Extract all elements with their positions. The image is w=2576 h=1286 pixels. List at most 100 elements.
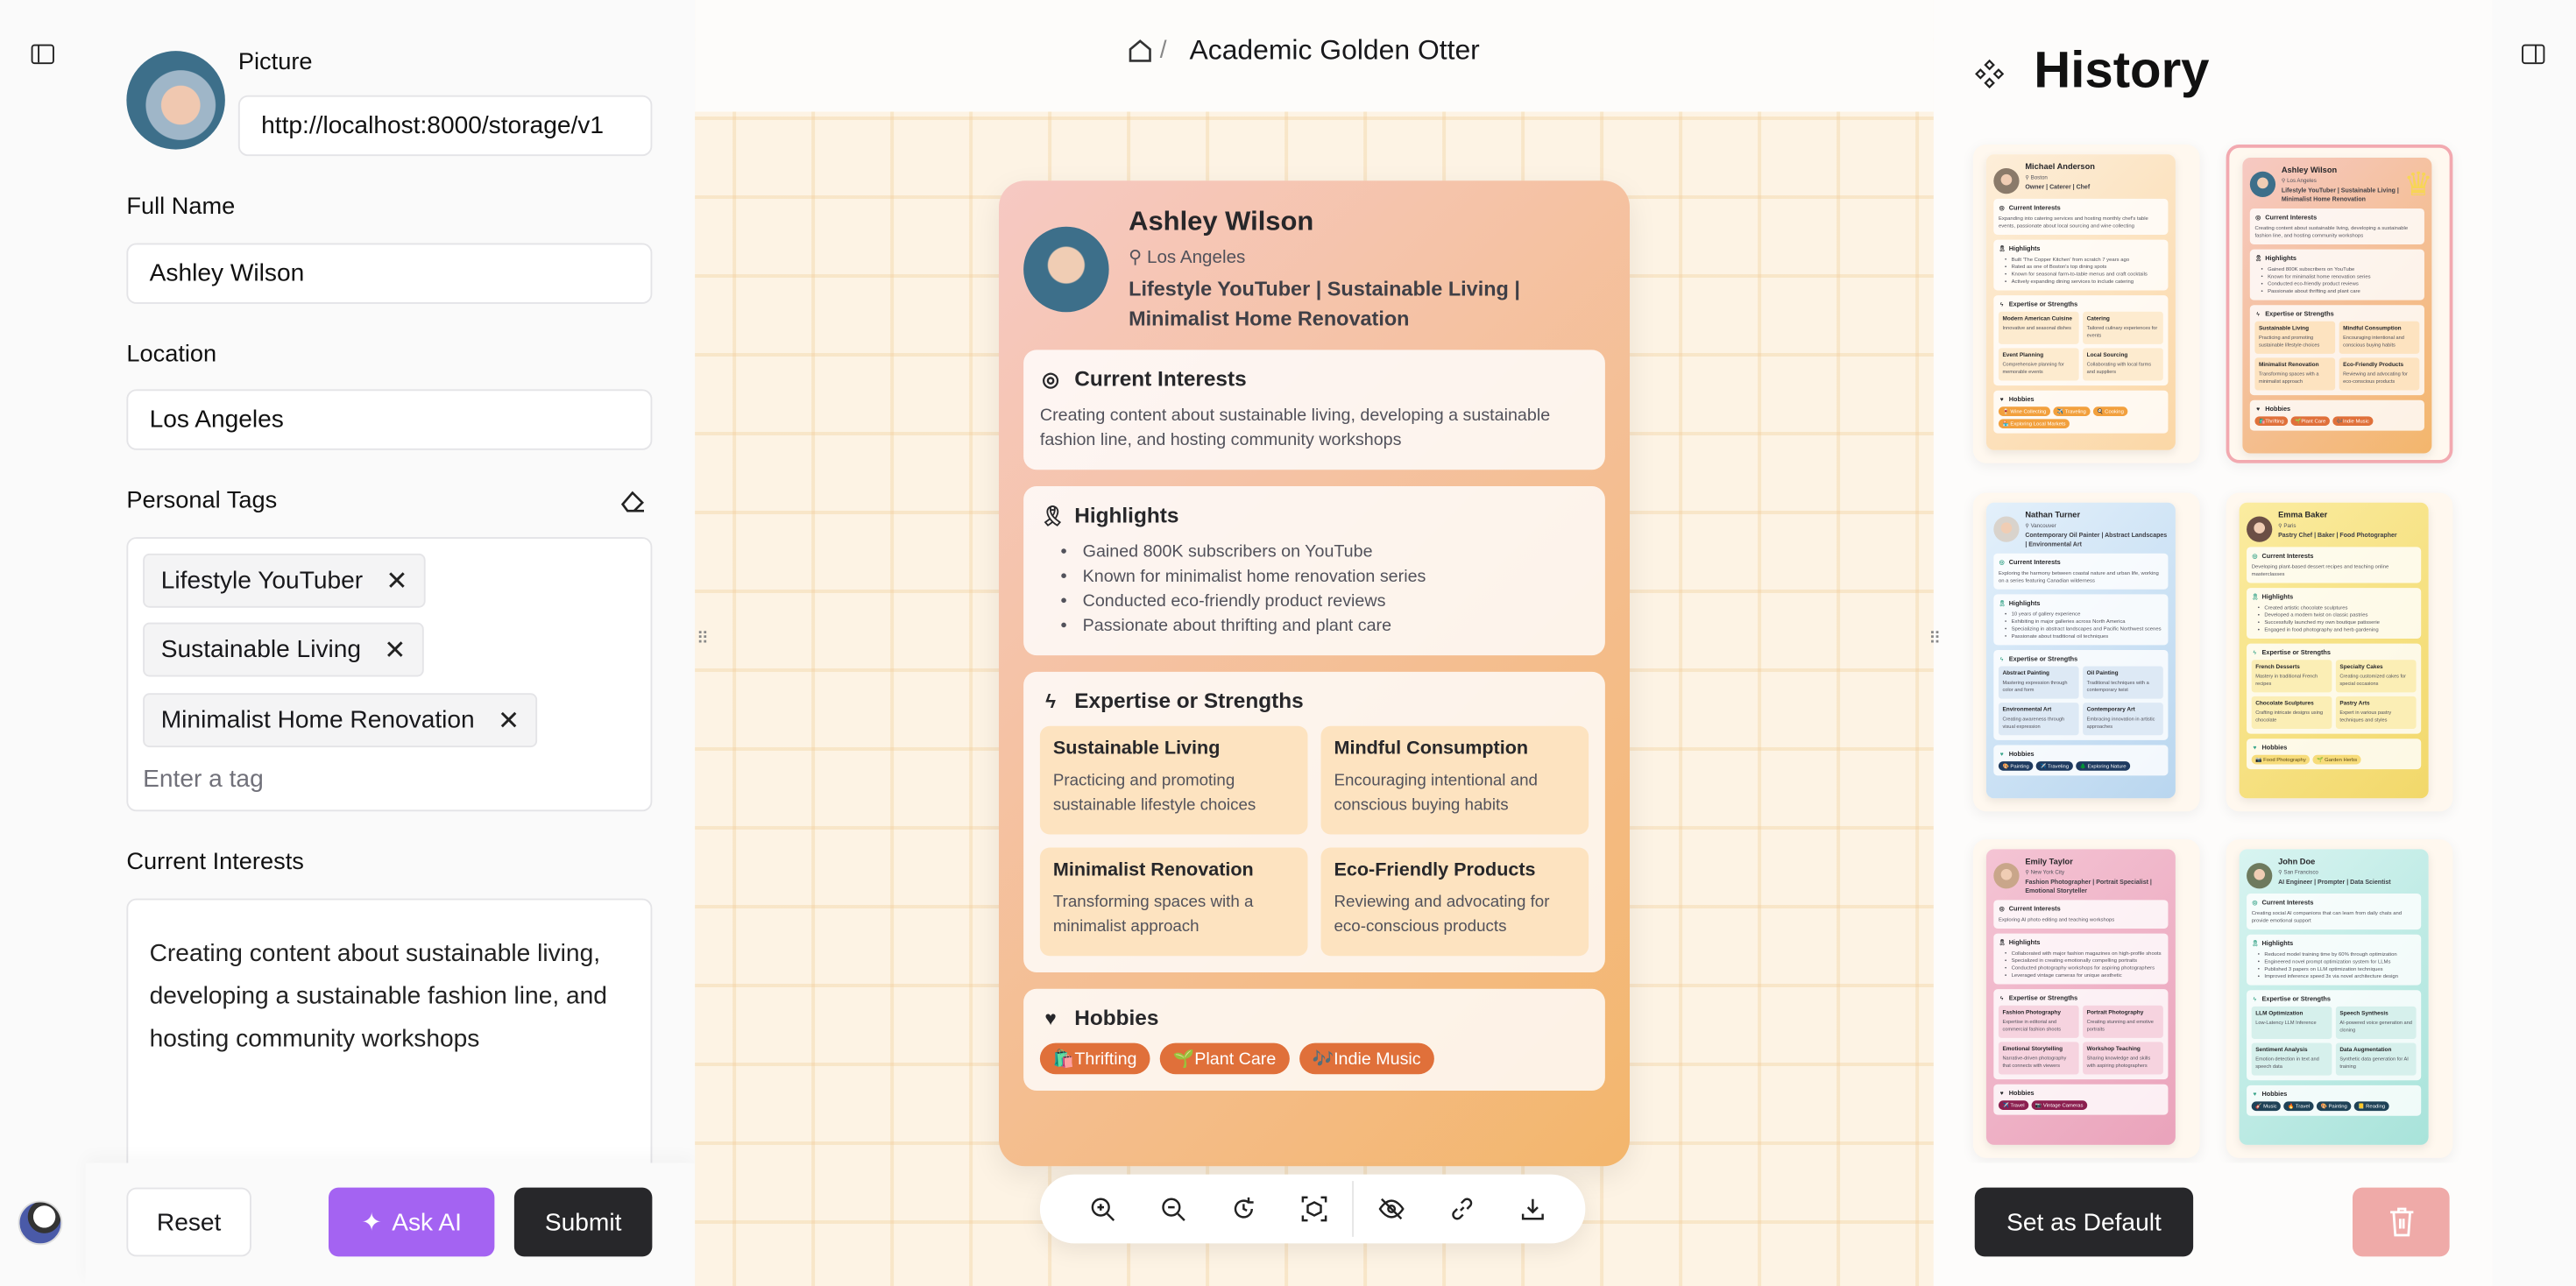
hobby-chip: 🔥 Travel [2283, 1101, 2314, 1112]
location-text: Boston [2030, 174, 2048, 181]
expertise-desc: Mastering expression through color and f… [2002, 680, 2068, 693]
highlight-item: Known for minimalist home renovation ser… [2268, 273, 2419, 280]
hobby-chip: 🏪 Exploring Local Markets [1998, 419, 2070, 428]
target-icon: ◎ [1042, 367, 1059, 391]
delete-button[interactable] [2353, 1187, 2450, 1257]
award-icon: 🎗 [2254, 254, 2263, 262]
lightning-icon: ϟ [1999, 300, 2004, 307]
tag-input[interactable]: Enter a tag [143, 766, 264, 794]
hobby-chip: 🎨 Painting [1998, 761, 2034, 771]
profile-titles: Lifestyle YouTuber | Sustainable Living … [1129, 277, 1520, 330]
remove-tag-icon[interactable]: ✕ [386, 564, 407, 597]
profile-location: ⚲ Los Angeles [1129, 246, 1605, 268]
card-header: Nathan Turner ⚲ Vancouver Contemporary Oil… [1993, 510, 2168, 548]
profile-titles: AI Engineer | Prompter | Data Scientist [2278, 878, 2391, 886]
history-item[interactable]: Nathan Turner ⚲ Vancouver Contemporary Oil… [1972, 492, 2200, 812]
expertise-item: French Desserts Mastery in traditional Fr… [2251, 660, 2332, 693]
expertise-title: French Desserts [2255, 663, 2300, 670]
expertise-desc: Encouraging intentional and conscious bu… [1334, 772, 1538, 815]
highlight-item: Conducted eco-friendly product reviews [1083, 590, 1589, 614]
expertise-grid: Abstract Painting Mastering expression th… [1998, 666, 2163, 736]
expertise-item: Fashion Photography Expertise in editoria… [1998, 1005, 2079, 1038]
expertise-heading: ϟ Expertise or Strengths [2254, 310, 2419, 317]
user-avatar[interactable] [18, 1200, 63, 1246]
interests-section: ◎ Current Interests Exploring the harmony … [1993, 553, 2169, 590]
home-icon[interactable] [1127, 38, 1153, 64]
location-input[interactable]: Los Angeles [126, 389, 653, 450]
picture-url-input[interactable]: http://localhost:8000/storage/v1 [237, 95, 653, 157]
ask-ai-button[interactable]: ✦ Ask AI [329, 1187, 495, 1257]
hobbies-section: ♥ Hobbies 🎸 Music 🔥 Travel 🎨 Painting 📒 Readi… [2247, 1085, 2422, 1116]
left-resize-handle[interactable]: ⠿ [697, 631, 709, 649]
history-item[interactable]: Emma Baker ⚲ Paris Pastry Chef | Baker | F… [2226, 492, 2453, 812]
hobbies-title: Hobbies [1074, 1005, 1159, 1030]
profile-location: ⚲ Paris [2278, 522, 2397, 529]
history-item[interactable]: Emily Taylor ⚲ New York City Fashion Photo… [1972, 839, 2200, 1158]
set-default-button[interactable]: Set as Default [1974, 1187, 2194, 1257]
profile-location: ⚲ Vancouver [2025, 522, 2168, 529]
profile-titles: Contemporary Oil Painter | Abstract Land… [2025, 531, 2168, 548]
history-item[interactable]: Michael Anderson ⚲ Boston Owner | Caterer … [1972, 145, 2200, 463]
expertise-item: Event Planning Comprehensive planning for… [1998, 348, 2079, 381]
expertise-item: Local Sourcing Collaborating with local f… [2083, 348, 2163, 381]
card-header-info: Michael Anderson ⚲ Boston Owner | Caterer … [2025, 161, 2095, 191]
expertise-item: Data Augmentation Synthetic data generati… [2335, 1042, 2417, 1076]
card-header: Ashley Wilson ⚲ Los Angeles Lifestyle YouT… [2249, 165, 2424, 203]
download-icon[interactable] [1518, 1194, 1548, 1224]
card-header: Emily Taylor ⚲ New York City Fashion Photo… [1993, 856, 2168, 894]
history-item[interactable]: Ashley Wilson ⚲ Los Angeles Lifestyle YouT… [2226, 145, 2453, 463]
hobby-chip: 📒 Reading [2353, 1101, 2389, 1112]
hobbies-title: Hobbies [2261, 743, 2288, 752]
expertise-title: Mindful Consumption [2343, 325, 2402, 331]
hobby-chip: 🌱 Garden Herbs [2312, 754, 2361, 765]
profile-avatar [1023, 226, 1109, 313]
expertise-item: Catering Tailored culinary experiences fo… [2083, 311, 2163, 344]
expertise-desc: Tailored culinary experiences for events [2086, 325, 2158, 339]
remove-tag-icon[interactable]: ✕ [498, 703, 520, 737]
zoom-out-icon[interactable] [1158, 1194, 1188, 1224]
submit-button[interactable]: Submit [513, 1187, 653, 1257]
history-title: History [2034, 40, 2210, 99]
hobbies-section: ♥ Hobbies 🛍️Thrifting 🌱Plant Care 🎶Indie Mus… [1023, 988, 1605, 1091]
history-panel-toggle-icon[interactable] [2522, 44, 2545, 65]
expertise-grid: Modern American Cuisine Innovative and se… [1998, 311, 2163, 381]
profile-card-body: John Doe ⚲ San Francisco AI Engineer | Pro… [2239, 849, 2429, 1145]
history-thumbnail: Nathan Turner ⚲ Vancouver Contemporary Oil… [1985, 502, 2176, 799]
highlight-item: Conducted eco-friendly product reviews [2268, 280, 2419, 287]
hobbies-heading: ♥ Hobbies [1999, 750, 2163, 757]
preview-canvas: / Academic Golden Otter ⠿ Ashley Wilson ⚲… [695, 0, 1934, 1286]
profile-avatar [2247, 863, 2273, 889]
highlights-section: 🎗Highlights 10 years of gallery experienc… [1993, 594, 2169, 646]
hobby-chip: ✈️ Travel [1998, 1100, 2029, 1110]
full-name-input[interactable]: Ashley Wilson [126, 243, 653, 304]
highlights-section: 🎗Highlights Built 'The Copper Kitchen' fr… [1993, 239, 2169, 291]
highlight-item: Created artistic chocolate sculptures [2264, 604, 2416, 611]
expertise-title: Expertise or Strengths [2261, 994, 2331, 1003]
hobby-chip: 📷 Food Photography [2251, 754, 2311, 765]
expertise-item: Contemporary Art Embracing innovation in … [2083, 703, 2163, 736]
highlight-item: Passionate about thrifting and plant car… [1083, 614, 1589, 639]
expertise-heading: ϟ Expertise or Strengths [2252, 648, 2417, 655]
hide-icon[interactable] [1376, 1194, 1406, 1224]
remove-tag-icon[interactable]: ✕ [384, 633, 406, 667]
fit-view-icon[interactable] [1299, 1194, 1329, 1224]
sidebar-toggle-icon[interactable] [31, 44, 54, 65]
expertise-item: Mindful Consumption Encouraging intention… [1320, 725, 1589, 835]
highlight-item: Conducted photography workshops for aspi… [2012, 964, 2163, 972]
zoom-in-icon[interactable] [1087, 1194, 1117, 1224]
rotate-icon[interactable] [1229, 1194, 1259, 1224]
expertise-heading: ϟ Expertise or Strengths [1999, 300, 2163, 307]
hobby-chip: 🎶Indie Music [2332, 416, 2374, 427]
profile-name: Emma Baker [2278, 510, 2328, 519]
interests-heading: ◎ Current Interests [2252, 552, 2417, 559]
history-item[interactable]: John Doe ⚲ San Francisco AI Engineer | Pro… [2226, 839, 2453, 1158]
current-interests-textarea[interactable]: Creating content about sustainable livin… [126, 898, 653, 1195]
link-icon[interactable] [1447, 1194, 1477, 1224]
hobby-chip: 🍳 Cooking [2092, 406, 2128, 416]
reset-button[interactable]: Reset [126, 1187, 251, 1257]
right-resize-handle[interactable]: ⠿ [1928, 631, 1941, 649]
highlight-item: Built 'The Copper Kitchen' from scratch … [2012, 256, 2163, 263]
eraser-icon[interactable] [619, 490, 646, 512]
profile-titles: Pastry Chef | Baker | Food Photographer [2278, 531, 2397, 539]
expertise-title: Speech Synthesis [2339, 1010, 2388, 1017]
